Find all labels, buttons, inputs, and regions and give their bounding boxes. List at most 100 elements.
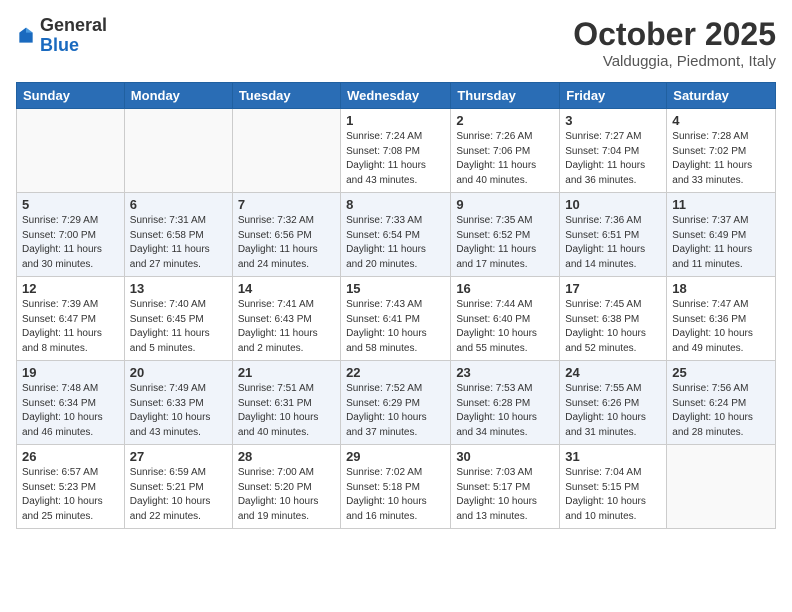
day-info: Sunrise: 7:51 AM Sunset: 6:31 PM Dayligh… <box>238 382 335 440</box>
calendar-cell: 6 Sunrise: 7:31 AM Sunset: 6:58 PM Daylig… <box>124 193 232 277</box>
calendar-week-row: 26 Sunrise: 6:57 AM Sunset: 5:23 PM Dayli… <box>17 445 776 529</box>
day-info: Sunrise: 7:32 AM Sunset: 6:56 PM Dayligh… <box>238 214 335 272</box>
calendar-cell: 4 Sunrise: 7:28 AM Sunset: 7:02 PM Daylig… <box>667 109 776 193</box>
day-number: 28 <box>238 449 335 464</box>
day-info: Sunrise: 7:26 AM Sunset: 7:06 PM Dayligh… <box>456 130 554 188</box>
day-number: 22 <box>346 365 445 380</box>
calendar-cell: 31 Sunrise: 7:04 AM Sunset: 5:15 PM Dayli… <box>560 445 667 529</box>
calendar-cell: 11Sunrise: 7:37 AM Sunset: 6:49 PM Dayli… <box>667 193 776 277</box>
calendar-cell: 10 Sunrise: 7:36 AM Sunset: 6:51 PM Dayli… <box>560 193 667 277</box>
day-info: Sunrise: 6:57 AM Sunset: 5:23 PM Dayligh… <box>22 466 119 524</box>
day-info: Sunrise: 7:00 AM Sunset: 5:20 PM Dayligh… <box>238 466 335 524</box>
day-number: 7 <box>238 197 335 212</box>
calendar-cell: 7 Sunrise: 7:32 AM Sunset: 6:56 PM Daylig… <box>232 193 340 277</box>
calendar-cell: 28 Sunrise: 7:00 AM Sunset: 5:20 PM Dayli… <box>232 445 340 529</box>
calendar-cell: 2 Sunrise: 7:26 AM Sunset: 7:06 PM Daylig… <box>451 109 560 193</box>
day-info: Sunrise: 7:44 AM Sunset: 6:40 PM Dayligh… <box>456 298 554 356</box>
day-number: 1 <box>346 113 445 128</box>
day-number: 26 <box>22 449 119 464</box>
day-info: Sunrise: 7:49 AM Sunset: 6:33 PM Dayligh… <box>130 382 227 440</box>
day-info: Sunrise: 6:59 AM Sunset: 5:21 PM Dayligh… <box>130 466 227 524</box>
weekday-header-thursday: Thursday <box>451 83 560 109</box>
day-number: 11 <box>672 197 770 212</box>
day-number: 4 <box>672 113 770 128</box>
calendar-cell: 9 Sunrise: 7:35 AM Sunset: 6:52 PM Daylig… <box>451 193 560 277</box>
weekday-header-friday: Friday <box>560 83 667 109</box>
page-header: General Blue October 2025 Valduggia, Pie… <box>16 16 776 70</box>
calendar-cell: 26 Sunrise: 6:57 AM Sunset: 5:23 PM Dayli… <box>17 445 125 529</box>
day-info: Sunrise: 7:36 AM Sunset: 6:51 PM Dayligh… <box>565 214 661 272</box>
calendar-cell: 12 Sunrise: 7:39 AM Sunset: 6:47 PM Dayli… <box>17 277 125 361</box>
day-number: 6 <box>130 197 227 212</box>
day-info: Sunrise: 7:29 AM Sunset: 7:00 PM Dayligh… <box>22 214 119 272</box>
calendar-cell: 8Sunrise: 7:33 AM Sunset: 6:54 PM Daylig… <box>341 193 451 277</box>
logo-general-text: General <box>40 15 107 35</box>
day-number: 23 <box>456 365 554 380</box>
day-number: 8 <box>346 197 445 212</box>
day-info: Sunrise: 7:31 AM Sunset: 6:58 PM Dayligh… <box>130 214 227 272</box>
day-number: 30 <box>456 449 554 464</box>
day-info: Sunrise: 7:48 AM Sunset: 6:34 PM Dayligh… <box>22 382 119 440</box>
location-subtitle: Valduggia, Piedmont, Italy <box>573 53 776 70</box>
day-number: 3 <box>565 113 661 128</box>
day-info: Sunrise: 7:02 AM Sunset: 5:18 PM Dayligh… <box>346 466 445 524</box>
calendar-cell: 29 Sunrise: 7:02 AM Sunset: 5:18 PM Dayli… <box>341 445 451 529</box>
calendar-week-row: 12 Sunrise: 7:39 AM Sunset: 6:47 PM Dayli… <box>17 277 776 361</box>
day-number: 27 <box>130 449 227 464</box>
calendar-cell: 13Sunrise: 7:40 AM Sunset: 6:45 PM Dayli… <box>124 277 232 361</box>
logo-icon <box>16 26 36 46</box>
calendar-cell: 3 Sunrise: 7:27 AM Sunset: 7:04 PM Daylig… <box>560 109 667 193</box>
calendar-cell: 27 Sunrise: 6:59 AM Sunset: 5:21 PM Dayli… <box>124 445 232 529</box>
title-block: October 2025 Valduggia, Piedmont, Italy <box>573 16 776 70</box>
day-info: Sunrise: 7:47 AM Sunset: 6:36 PM Dayligh… <box>672 298 770 356</box>
day-number: 5 <box>22 197 119 212</box>
calendar-cell: 30Sunrise: 7:03 AM Sunset: 5:17 PM Dayli… <box>451 445 560 529</box>
day-info: Sunrise: 7:53 AM Sunset: 6:28 PM Dayligh… <box>456 382 554 440</box>
day-number: 18 <box>672 281 770 296</box>
calendar-cell: 1Sunrise: 7:24 AM Sunset: 7:08 PM Daylig… <box>341 109 451 193</box>
calendar-cell <box>667 445 776 529</box>
calendar-cell: 19Sunrise: 7:48 AM Sunset: 6:34 PM Dayli… <box>17 361 125 445</box>
day-number: 24 <box>565 365 661 380</box>
logo-blue-text: Blue <box>40 35 79 55</box>
day-info: Sunrise: 7:35 AM Sunset: 6:52 PM Dayligh… <box>456 214 554 272</box>
calendar-table: SundayMondayTuesdayWednesdayThursdayFrid… <box>16 82 776 529</box>
day-number: 29 <box>346 449 445 464</box>
day-info: Sunrise: 7:52 AM Sunset: 6:29 PM Dayligh… <box>346 382 445 440</box>
day-info: Sunrise: 7:40 AM Sunset: 6:45 PM Dayligh… <box>130 298 227 356</box>
month-title: October 2025 <box>573 16 776 53</box>
calendar-cell: 20 Sunrise: 7:49 AM Sunset: 6:33 PM Dayli… <box>124 361 232 445</box>
day-info: Sunrise: 7:04 AM Sunset: 5:15 PM Dayligh… <box>565 466 661 524</box>
calendar-week-row: 5 Sunrise: 7:29 AM Sunset: 7:00 PM Daylig… <box>17 193 776 277</box>
logo: General Blue <box>16 16 107 56</box>
day-info: Sunrise: 7:28 AM Sunset: 7:02 PM Dayligh… <box>672 130 770 188</box>
calendar-cell: 14Sunrise: 7:41 AM Sunset: 6:43 PM Dayli… <box>232 277 340 361</box>
calendar-cell: 18 Sunrise: 7:47 AM Sunset: 6:36 PM Dayli… <box>667 277 776 361</box>
day-number: 25 <box>672 365 770 380</box>
day-number: 10 <box>565 197 661 212</box>
day-number: 15 <box>346 281 445 296</box>
day-info: Sunrise: 7:41 AM Sunset: 6:43 PM Dayligh… <box>238 298 335 356</box>
day-number: 9 <box>456 197 554 212</box>
weekday-header-tuesday: Tuesday <box>232 83 340 109</box>
day-info: Sunrise: 7:39 AM Sunset: 6:47 PM Dayligh… <box>22 298 119 356</box>
weekday-header-sunday: Sunday <box>17 83 125 109</box>
calendar-cell: 25 Sunrise: 7:56 AM Sunset: 6:24 PM Dayli… <box>667 361 776 445</box>
day-number: 21 <box>238 365 335 380</box>
calendar-cell <box>17 109 125 193</box>
calendar-cell: 16Sunrise: 7:44 AM Sunset: 6:40 PM Dayli… <box>451 277 560 361</box>
calendar-cell: 17 Sunrise: 7:45 AM Sunset: 6:38 PM Dayli… <box>560 277 667 361</box>
calendar-cell: 23 Sunrise: 7:53 AM Sunset: 6:28 PM Dayli… <box>451 361 560 445</box>
day-number: 20 <box>130 365 227 380</box>
calendar-cell: 15Sunrise: 7:43 AM Sunset: 6:41 PM Dayli… <box>341 277 451 361</box>
calendar-cell: 22 Sunrise: 7:52 AM Sunset: 6:29 PM Dayli… <box>341 361 451 445</box>
day-info: Sunrise: 7:55 AM Sunset: 6:26 PM Dayligh… <box>565 382 661 440</box>
day-number: 2 <box>456 113 554 128</box>
day-info: Sunrise: 7:56 AM Sunset: 6:24 PM Dayligh… <box>672 382 770 440</box>
day-number: 12 <box>22 281 119 296</box>
day-number: 17 <box>565 281 661 296</box>
calendar-week-row: 1Sunrise: 7:24 AM Sunset: 7:08 PM Daylig… <box>17 109 776 193</box>
day-info: Sunrise: 7:27 AM Sunset: 7:04 PM Dayligh… <box>565 130 661 188</box>
day-info: Sunrise: 7:45 AM Sunset: 6:38 PM Dayligh… <box>565 298 661 356</box>
day-number: 31 <box>565 449 661 464</box>
